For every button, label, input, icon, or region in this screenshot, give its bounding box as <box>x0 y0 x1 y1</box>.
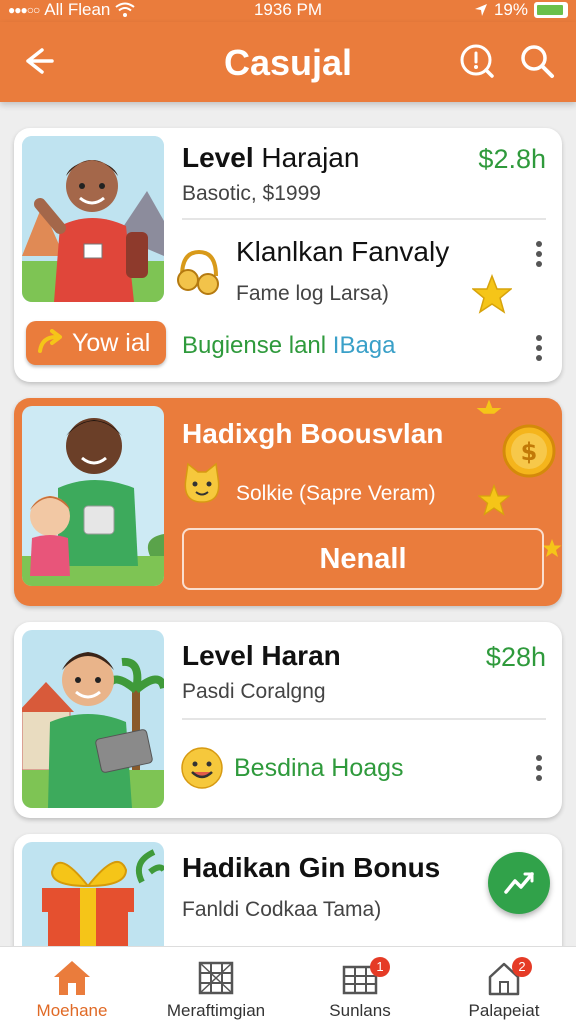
tab-label: Moehane <box>36 1001 108 1020</box>
star-icon <box>478 484 510 516</box>
level-card-2[interactable]: Level Haran Pasdi Coralgng $28h Besdina … <box>14 622 562 818</box>
trend-fab-button[interactable] <box>488 852 550 914</box>
card-link-green: Bugiense lanl <box>182 332 333 359</box>
card-title: Level Haran <box>182 640 341 671</box>
card-link[interactable]: Bugiense lanl IBaga <box>182 332 396 360</box>
star-icon <box>476 399 502 414</box>
card-subtitle: Fanldi Codkaa Tama) <box>182 898 382 921</box>
pill-label: Yow ial <box>72 329 151 357</box>
trending-chart-icon <box>504 872 534 894</box>
row-subtitle: Fame log Larsa) <box>236 282 389 305</box>
card-link-blue: IBaga <box>332 332 396 359</box>
card-subtitle: Pasdi Coralgng <box>182 680 326 703</box>
bonus-title: Hadixgh Boousvlan <box>182 418 444 449</box>
more-options-icon[interactable] <box>534 334 544 362</box>
card-title: Hadikan Gin Bonus <box>182 852 441 883</box>
bonus-card[interactable]: Hadixgh Boousvlan $ Solkie (Sapre Veram)… <box>14 398 562 606</box>
tab-catalog[interactable]: Meraftimgian <box>144 947 288 1024</box>
bonus-row-text: Solkie (Sapre Veram) <box>236 482 436 505</box>
smiley-emoji-icon <box>181 747 223 789</box>
search-icon[interactable] <box>516 40 558 82</box>
tab-sunlans[interactable]: 1 Sunlans <box>288 947 432 1024</box>
gold-coin-icon: $ <box>502 424 556 478</box>
swap-arrow-icon <box>38 329 62 353</box>
level-card-1[interactable]: Level Harajan Basotic, $1999 $2.8h Klanl… <box>14 128 562 382</box>
price-label: $2.8h <box>478 144 546 174</box>
status-bar: ●●●○○ All Flean 1936 PM 19% <box>0 0 576 22</box>
row-title: Klanlkan Fanvaly <box>236 236 450 267</box>
tab-label: Palapeiat <box>468 1001 540 1020</box>
home-icon <box>54 961 90 995</box>
location-arrow-icon <box>474 4 487 16</box>
bonus-button-label: Nenall <box>319 543 407 575</box>
grid-box-icon <box>198 961 234 995</box>
card-subtitle: Basotic, $1999 <box>182 182 321 205</box>
divider <box>182 218 546 220</box>
row-label: Besdina Hoags <box>234 754 404 782</box>
headphones-icon <box>177 249 219 295</box>
bonus-action-button[interactable]: Nenall <box>182 528 544 590</box>
character-illustration <box>22 136 164 302</box>
action-pill-button[interactable]: Yow ial <box>26 321 166 365</box>
notification-badge: 1 <box>370 957 390 977</box>
bottom-tab-bar: Moehane Meraftimgian 1 Sunlans 2 Palapei… <box>0 946 576 1024</box>
tab-label: Meraftimgian <box>166 1001 266 1020</box>
more-options-icon[interactable] <box>534 240 544 268</box>
star-icon <box>472 274 512 314</box>
battery-icon <box>534 2 568 18</box>
status-right: 19% <box>474 0 568 20</box>
divider <box>182 718 546 720</box>
app-header: Casujal <box>0 22 576 102</box>
card-title: Level Harajan <box>182 142 360 173</box>
character-illustration <box>22 406 164 586</box>
star-icon <box>542 539 562 557</box>
cat-emoji-icon <box>184 462 220 503</box>
more-options-icon[interactable] <box>534 754 544 782</box>
search-info-icon[interactable] <box>456 40 498 82</box>
svg-text:$: $ <box>521 438 538 466</box>
character-illustration <box>22 630 164 808</box>
price-label: $28h <box>485 642 546 672</box>
tab-home[interactable]: Moehane <box>0 947 144 1024</box>
battery-percent: 19% <box>493 0 528 19</box>
notification-badge: 2 <box>512 957 532 977</box>
tab-palapeiat[interactable]: 2 Palapeiat <box>432 947 576 1024</box>
tab-label: Sunlans <box>329 1001 391 1020</box>
